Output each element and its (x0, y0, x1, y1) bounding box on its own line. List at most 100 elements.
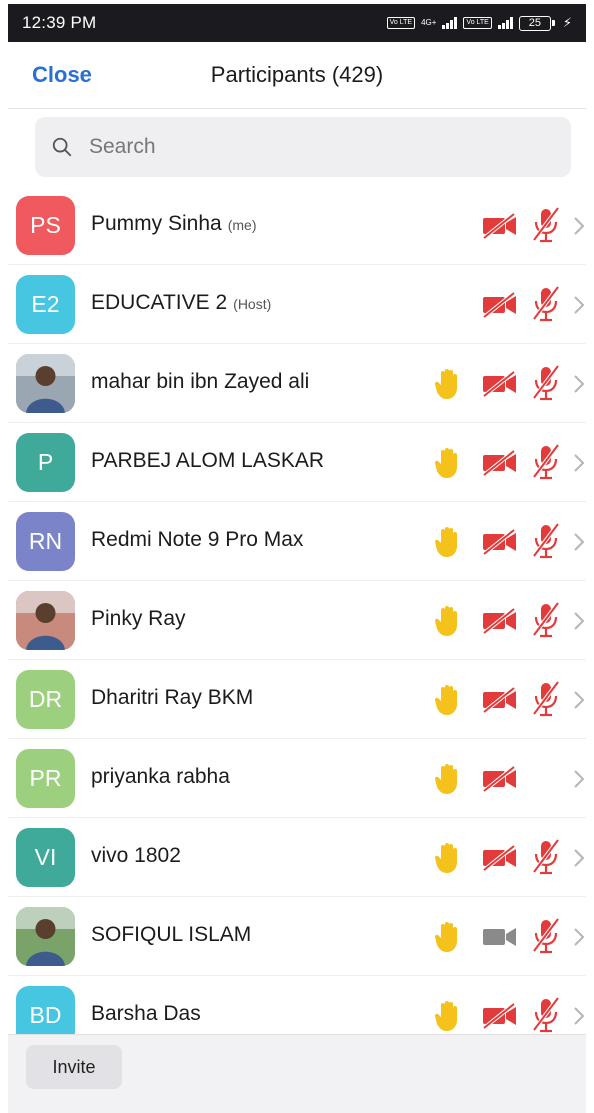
raised-hand-icon (434, 527, 457, 557)
mic-muted-icon (532, 443, 560, 480)
video-off-icon (482, 1002, 516, 1030)
raised-hand-icon (434, 1001, 457, 1031)
participant-name-text: priyanka rabha (91, 765, 230, 788)
participant-row[interactable]: mahar bin ibn Zayed ali (8, 344, 586, 423)
avatar (16, 591, 75, 650)
participant-status-icons (426, 581, 586, 660)
participant-row[interactable]: PR priyanka rabha (8, 739, 586, 818)
search-bar[interactable] (35, 117, 571, 177)
video-off-icon (482, 370, 516, 398)
avatar-initials: PS (30, 212, 61, 238)
mic-muted-icon (532, 522, 560, 559)
chevron-right-icon[interactable] (572, 768, 586, 790)
signal-icon-2 (497, 17, 513, 29)
search-input[interactable] (87, 134, 511, 160)
participant-row[interactable]: BD Barsha Das (8, 976, 586, 1034)
participant-status-icons (426, 818, 586, 897)
chevron-right-icon[interactable] (572, 689, 586, 711)
avatar: E2 (16, 275, 75, 334)
participant-name: mahar bin ibn Zayed ali (91, 370, 309, 394)
avatar-photo (16, 907, 75, 966)
participant-status-icons (426, 502, 586, 581)
participant-name: Pinky Ray (91, 607, 186, 631)
participant-name-text: Dharitri Ray BKM (91, 686, 254, 709)
avatar: VI (16, 828, 75, 887)
participant-row[interactable]: VI vivo 1802 (8, 818, 586, 897)
chevron-right-icon[interactable] (572, 452, 586, 474)
mic-muted-icon (532, 285, 560, 322)
raised-hand-icon (434, 369, 457, 399)
participant-status-icons (426, 423, 586, 502)
avatar-initials: E2 (31, 291, 60, 317)
participant-name: SOFIQUL ISLAM (91, 923, 251, 947)
invite-button[interactable]: Invite (26, 1045, 122, 1089)
avatar: P (16, 433, 75, 492)
chevron-right-icon[interactable] (572, 926, 586, 948)
chevron-right-icon[interactable] (572, 531, 586, 553)
chevron-right-icon[interactable] (572, 1005, 586, 1027)
volte-icon-2: Vo LTE (463, 17, 492, 29)
mic-muted-icon (532, 996, 560, 1033)
search-icon (52, 137, 72, 157)
participant-name-text: mahar bin ibn Zayed ali (91, 370, 310, 393)
page-title: Participants (429) (210, 62, 384, 87)
participant-list[interactable]: PS Pummy Sinha (me) E2 EDUCATIVE 2 (Host) maha… (8, 186, 586, 1034)
video-on-icon (483, 928, 516, 946)
participant-row[interactable]: E2 EDUCATIVE 2 (Host) (8, 265, 586, 344)
participant-row[interactable]: DR Dharitri Ray BKM (8, 660, 586, 739)
participant-name-text: Redmi Note 9 Pro Max (91, 528, 304, 551)
participant-name: priyanka rabha (91, 765, 230, 789)
chevron-right-icon[interactable] (572, 373, 586, 395)
avatar-photo (16, 354, 75, 413)
participant-row[interactable]: P PARBEJ ALOM LASKAR (8, 423, 586, 502)
participant-status-icons (426, 186, 586, 265)
mic-muted-icon (532, 917, 560, 954)
participant-status-icons (426, 344, 586, 423)
participant-name-text: Pinky Ray (91, 607, 186, 630)
video-off-icon (482, 212, 516, 240)
participant-status-icons (426, 897, 586, 976)
raised-hand-icon (434, 448, 457, 478)
mic-muted-icon (532, 206, 560, 243)
avatar (16, 907, 75, 966)
participant-role: (me) (227, 217, 257, 233)
volte-icon: Vo LTE (386, 17, 416, 29)
avatar-initials: PR (29, 765, 62, 791)
participant-name: PARBEJ ALOM LASKAR (91, 449, 324, 473)
raised-hand-icon (434, 922, 457, 952)
avatar: BD (16, 986, 75, 1034)
status-bar: 12:39 PM Vo LTE 4G+ Vo LTE 25 ⚡ (8, 4, 586, 42)
participant-status-icons (426, 660, 586, 739)
chevron-right-icon[interactable] (572, 294, 586, 316)
participant-name: Dharitri Ray BKM (91, 686, 253, 710)
video-off-icon (482, 765, 516, 793)
participant-row[interactable]: Pinky Ray (8, 581, 586, 660)
participant-name: vivo 1802 (91, 844, 181, 868)
participant-role: (Host) (233, 296, 272, 312)
signal-icon (442, 17, 458, 29)
video-off-icon (482, 607, 516, 635)
participant-row[interactable]: PS Pummy Sinha (me) (8, 186, 586, 265)
avatar-initials: BD (29, 1002, 62, 1028)
participant-row[interactable]: RN Redmi Note 9 Pro Max (8, 502, 586, 581)
mic-muted-icon (532, 680, 560, 717)
mic-muted-icon (532, 601, 560, 638)
participant-row[interactable]: SOFIQUL ISLAM (8, 897, 586, 976)
avatar: PR (16, 749, 75, 808)
video-off-icon (482, 844, 516, 872)
participant-name: Barsha Das (91, 1002, 201, 1026)
chevron-right-icon[interactable] (572, 847, 586, 869)
participant-name: Redmi Note 9 Pro Max (91, 528, 303, 552)
avatar-initials: DR (28, 686, 63, 712)
raised-hand-icon (434, 843, 457, 873)
battery-level: 25 (518, 15, 551, 31)
participant-status-icons (426, 976, 586, 1034)
participant-name: Pummy Sinha (me) (91, 212, 257, 236)
chevron-right-icon[interactable] (572, 610, 586, 632)
participant-status-icons (426, 739, 586, 818)
chevron-right-icon[interactable] (572, 215, 586, 237)
raised-hand-icon (434, 685, 457, 715)
charging-icon: ⚡ (562, 15, 572, 30)
battery-icon: 25 (518, 15, 555, 31)
avatar: RN (16, 512, 75, 571)
